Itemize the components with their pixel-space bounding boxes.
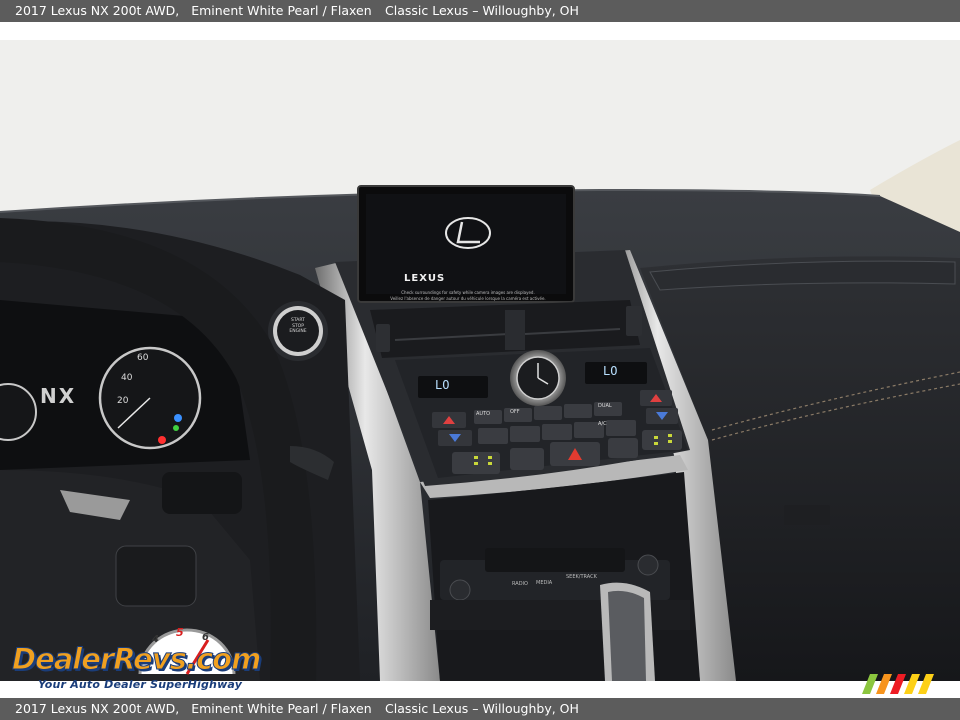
media-radio-button: RADIO	[512, 581, 528, 587]
screen-brand-wordmark: LEXUS	[404, 273, 446, 284]
media-seek-track-button: SEEK/TRACK	[566, 574, 597, 580]
media-media-button: MEDIA	[536, 580, 553, 586]
dealerrevs-watermark: 4 5 6 DealerRevs.com Your Auto Dealer Su…	[10, 624, 270, 696]
caption-vehicle-bottom: 2017 Lexus NX 200t AWD, Eminent White Pe…	[15, 701, 372, 716]
climate-off-button: OFF	[510, 409, 520, 415]
stripe-yellow	[904, 674, 920, 694]
screen-camera-notice: Check surroundings for safety while came…	[382, 290, 554, 302]
stripe-yellow-2	[918, 674, 934, 694]
caption-bar-top: 2017 Lexus NX 200t AWD, Eminent White Pe…	[0, 0, 960, 22]
dashboard-photo: LEXUS Check surroundings for safety whil…	[0, 40, 960, 681]
stripe-red	[890, 674, 906, 694]
climate-right-temp: LO	[603, 364, 618, 378]
cluster-nx-label: NX	[40, 384, 77, 408]
climate-ac-button: A/C	[598, 421, 607, 427]
dealerrevs-logo-text: DealerRevs.com	[11, 642, 261, 677]
caption-dealer: Classic Lexus – Willoughby, OH	[385, 3, 579, 18]
stripes-logo-icon	[862, 674, 934, 694]
caption-dealer-bottom: Classic Lexus – Willoughby, OH	[385, 701, 579, 716]
start-stop-button: START STOP ENGINE	[286, 318, 310, 335]
gauge-number-5: 5	[176, 626, 184, 639]
climate-left-temp: LO	[435, 378, 450, 392]
speedo-tick-20: 20	[117, 396, 129, 406]
stripe-green	[862, 674, 878, 694]
screen-notice-line2: Veillez l'absence de danger autour du vé…	[390, 296, 546, 301]
climate-auto-button: AUTO	[476, 411, 491, 417]
speedo-tick-60: 60	[137, 353, 149, 363]
engine-label: ENGINE	[289, 329, 307, 334]
climate-dual-button: DUAL	[598, 403, 612, 409]
caption-vehicle: 2017 Lexus NX 200t AWD, Eminent White Pe…	[15, 3, 372, 18]
speedo-tick-40: 40	[121, 373, 133, 383]
dealerrevs-tagline: Your Auto Dealer SuperHighway	[38, 678, 243, 691]
stripe-orange	[876, 674, 892, 694]
caption-bar-bottom: 2017 Lexus NX 200t AWD, Eminent White Pe…	[0, 698, 960, 720]
